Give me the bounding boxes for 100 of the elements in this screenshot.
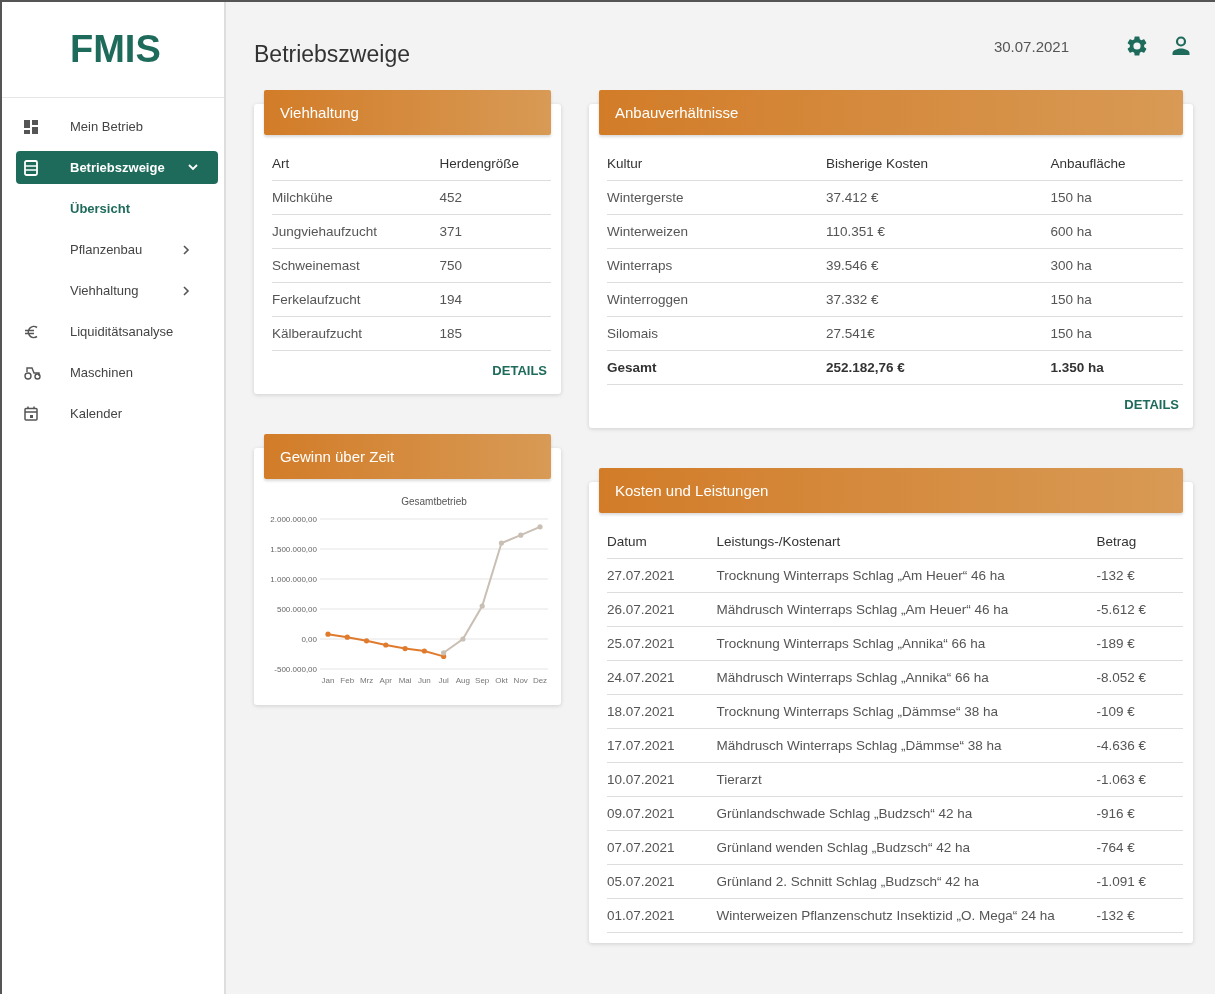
sidebar-subitem[interactable]: Viehhaltung xyxy=(16,274,218,307)
table-cell: Mähdrusch Winterraps Schlag „Am Heuer“ 46 ha xyxy=(716,592,1097,627)
sidebar-subitem[interactable]: Übersicht xyxy=(16,192,218,225)
table-cell: -764 € xyxy=(1096,830,1183,865)
table-cell: Mähdrusch Winterraps Schlag „Annika“ 66 ha xyxy=(716,660,1097,695)
x-tick-label: Jan xyxy=(321,676,335,685)
app-logo: FMIS xyxy=(2,2,224,98)
table-cell: Grünlandschwade Schlag „Budzsch“ 42 ha xyxy=(716,796,1097,831)
table-cell: Kälberaufzucht xyxy=(272,316,440,351)
table-cell: 09.07.2021 xyxy=(607,796,717,831)
total-cell: 252.182,76 € xyxy=(825,350,1051,385)
table-cell: Tierarzt xyxy=(716,762,1097,797)
x-tick-label: Jun xyxy=(417,676,431,685)
table-cell: 750 xyxy=(439,248,551,283)
total-cell: 1.350 ha xyxy=(1050,350,1183,385)
table-cell: 37.332 € xyxy=(825,282,1051,317)
table-cell: 27.541€ xyxy=(825,316,1051,351)
table-cell: Silomais xyxy=(607,316,826,351)
table-cell: Jungviehaufzucht xyxy=(272,214,440,249)
table-cell: 110.351 € xyxy=(825,214,1051,249)
table-cell: 05.07.2021 xyxy=(607,864,717,899)
table-cell: Grünland wenden Schlag „Budzsch“ 42 ha xyxy=(716,830,1097,865)
x-tick-label: Dez xyxy=(532,676,548,685)
table-cell: -916 € xyxy=(1096,796,1183,831)
sidebar-item[interactable]: Mein Betrieb xyxy=(16,110,218,143)
chevron-right-icon xyxy=(183,285,190,296)
sidebar-item-active[interactable]: Betriebszweige xyxy=(16,151,218,184)
x-tick-label: Jul xyxy=(438,676,449,685)
column-header: Kultur xyxy=(607,147,826,181)
list-icon xyxy=(24,159,38,176)
table-cell: 01.07.2021 xyxy=(607,898,717,933)
table-cell: 17.07.2021 xyxy=(607,728,717,763)
details-link[interactable]: DETAILS xyxy=(492,363,547,378)
y-tick-label: -500.000,00 xyxy=(274,665,317,674)
settings-icon[interactable] xyxy=(1125,34,1149,58)
table-cell: 371 xyxy=(439,214,551,249)
table-cell: 300 ha xyxy=(1050,248,1183,283)
column-header: Leistungs-/Kostenart xyxy=(716,525,1097,559)
chevron-down-icon xyxy=(188,164,198,171)
x-tick-label: Aug xyxy=(455,676,471,685)
dashboard-icon xyxy=(24,119,38,134)
chevron-right-icon xyxy=(183,244,190,255)
table-cell: -4.636 € xyxy=(1096,728,1183,763)
euro-icon xyxy=(24,323,40,340)
table-cell: Wintergerste xyxy=(607,180,826,215)
sidebar-subitem[interactable]: Pflanzenbau xyxy=(16,233,218,266)
table-cell: 600 ha xyxy=(1050,214,1183,249)
table-cell: 27.07.2021 xyxy=(607,558,717,593)
table-cell: Winterroggen xyxy=(607,282,826,317)
table-cell: Winterraps xyxy=(607,248,826,283)
table-cell: Trocknung Winterraps Schlag „Am Heuer“ 46 ha xyxy=(716,558,1097,593)
table-cell: 18.07.2021 xyxy=(607,694,717,729)
details-link[interactable]: DETAILS xyxy=(1124,397,1179,412)
page-title: Betriebszweige xyxy=(254,40,411,68)
x-tick-label: Nov xyxy=(513,676,528,685)
x-tick-label: Feb xyxy=(340,676,355,685)
date-text: 30.07.2021 xyxy=(993,37,1069,55)
table-cell: Winterweizen xyxy=(607,214,826,249)
card-title: Gewinn über Zeit xyxy=(264,434,551,479)
table-cell: Trocknung Winterraps Schlag „Dämmse“ 38 ha xyxy=(716,694,1097,729)
y-tick-label: 0,00 xyxy=(301,635,317,644)
x-tick-label: Apr xyxy=(379,676,393,685)
table-cell: -8.052 € xyxy=(1096,660,1183,695)
table-cell: Grünland 2. Schnitt Schlag „Budzsch“ 42 ha xyxy=(716,864,1097,899)
table-cell: 37.412 € xyxy=(825,180,1051,215)
column-header: Bisherige Kosten xyxy=(825,147,1051,181)
table-cell: 07.07.2021 xyxy=(607,830,717,865)
table-cell: -5.612 € xyxy=(1096,592,1183,627)
column-header: Betrag xyxy=(1096,525,1183,559)
chart-title: Gesamtbetrieb xyxy=(401,496,467,507)
column-header: Art xyxy=(272,147,440,181)
x-tick-label: Mai xyxy=(398,676,412,685)
y-tick-label: 500.000,00 xyxy=(276,605,317,614)
y-tick-label: 1.500.000,00 xyxy=(270,545,317,554)
x-tick-label: Okt xyxy=(495,676,508,685)
table-cell: 10.07.2021 xyxy=(607,762,717,797)
table-cell: Ferkelaufzucht xyxy=(272,282,440,317)
table-cell: 150 ha xyxy=(1050,282,1183,317)
x-tick-label: Sep xyxy=(475,676,490,685)
table-cell: 150 ha xyxy=(1050,180,1183,215)
table-cell: -189 € xyxy=(1096,626,1183,661)
table-cell: 150 ha xyxy=(1050,316,1183,351)
table-cell: 452 xyxy=(439,180,551,215)
column-header: Anbaufläche xyxy=(1050,147,1183,181)
tractor-icon xyxy=(24,365,41,380)
x-tick-label: Mrz xyxy=(359,676,374,685)
table-cell: -132 € xyxy=(1096,558,1183,593)
y-tick-label: 2.000.000,00 xyxy=(270,515,317,524)
total-cell: Gesamt xyxy=(607,350,826,385)
table-cell: Mähdrusch Winterraps Schlag „Dämmse“ 38 ha xyxy=(716,728,1097,763)
table-cell: 25.07.2021 xyxy=(607,626,717,661)
table-cell: Trocknung Winterraps Schlag „Annika“ 66 ha xyxy=(716,626,1097,661)
y-tick-label: 1.000.000,00 xyxy=(270,575,317,584)
table-cell: Milchkühe xyxy=(272,180,440,215)
sidebar-item[interactable]: Liquiditätsanalyse xyxy=(16,315,218,348)
table-cell: 194 xyxy=(439,282,551,317)
table-cell: 26.07.2021 xyxy=(607,592,717,627)
sidebar-item[interactable]: Kalender xyxy=(16,397,218,430)
table-cell: -109 € xyxy=(1096,694,1183,729)
sidebar-item[interactable]: Maschinen xyxy=(16,356,218,389)
